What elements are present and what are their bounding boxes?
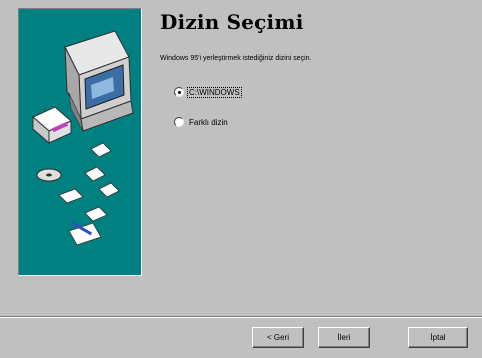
back-button[interactable]: < Geri [252, 327, 304, 348]
cancel-button[interactable]: İptal [408, 327, 468, 348]
radio-button[interactable] [174, 117, 184, 127]
radio-option-label: C:\WINDOWS [187, 86, 242, 98]
instruction-text: Windows 95'i yerleştirmek istediğiniz di… [160, 55, 312, 62]
page-title: Dizin Seçimi [160, 10, 304, 34]
radio-option-other-dir[interactable]: Farklı dizin [174, 117, 229, 127]
next-button[interactable]: İleri [318, 327, 370, 348]
radio-option-windows-dir[interactable]: C:\WINDOWS [174, 86, 242, 98]
radio-option-label: Farklı dizin [189, 117, 228, 127]
radio-button-checked[interactable] [174, 87, 184, 97]
computer-setup-icon [32, 30, 134, 246]
wizard-illustration [18, 8, 142, 276]
footer-separator-highlight [0, 317, 482, 318]
